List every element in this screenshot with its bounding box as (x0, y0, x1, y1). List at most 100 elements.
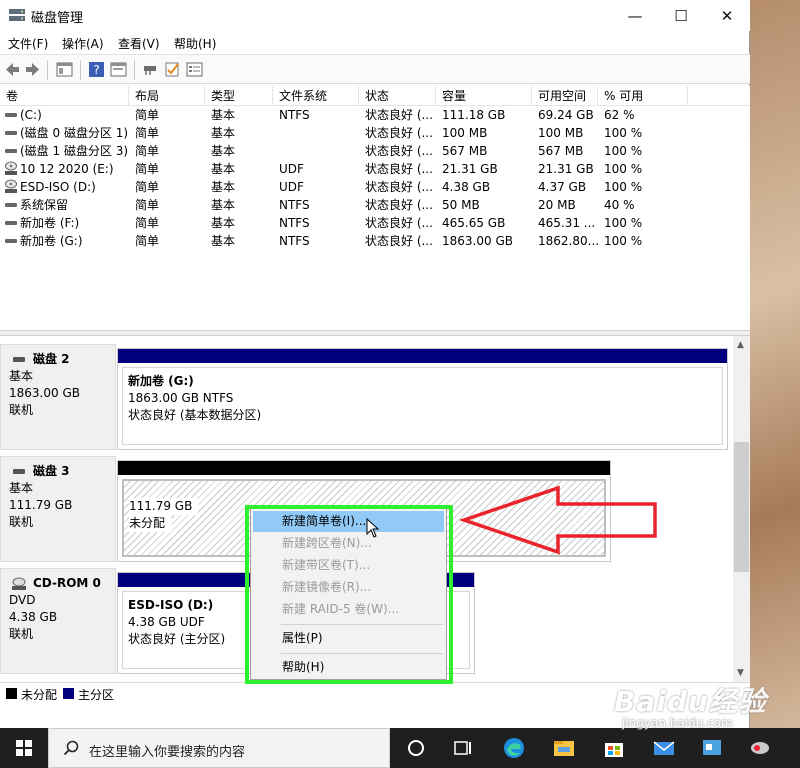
watermark-logo: Baidu经验 (614, 685, 767, 718)
disk-2-title: 磁盘 2 (33, 352, 70, 366)
file-explorer-icon[interactable] (552, 736, 576, 760)
properties-icon[interactable] (110, 61, 127, 78)
menu-file[interactable]: 文件(F) (8, 35, 48, 52)
console-tree-icon[interactable] (56, 61, 73, 78)
column-header-layout[interactable]: 布局 (129, 86, 205, 106)
cell-type: 基本 (211, 216, 236, 230)
network-icon[interactable] (748, 736, 772, 760)
table-row[interactable]: (C:) 简单 基本 NTFS 状态良好 (... 111.18 GB 69.24 GB 62… (0, 106, 750, 124)
back-icon[interactable] (4, 61, 21, 78)
drive-icon (5, 203, 17, 207)
edge-icon[interactable] (502, 736, 526, 760)
control-panel-icon[interactable] (700, 736, 724, 760)
highlight-annotation-box (245, 505, 453, 684)
cell-free: 465.31 ... (538, 216, 596, 230)
desktop-background (750, 0, 800, 728)
vertical-scrollbar[interactable]: ▲ ▼ (733, 336, 750, 682)
cell-vol: (磁盘 1 磁盘分区 3) (20, 144, 128, 158)
table-row[interactable]: 新加卷 (F:) 简单 基本 NTFS 状态良好 (... 465.65 GB 465.31… (0, 214, 750, 232)
partition-g-title: 新加卷 (G:) (128, 374, 194, 388)
disk-2-label[interactable]: 磁盘 2 基本 1863.00 GB 联机 (0, 344, 116, 450)
column-header-filesystem[interactable]: 文件系统 (273, 86, 359, 106)
cdrom-0-label[interactable]: CD-ROM 0 DVD 4.38 GB 联机 (0, 568, 116, 674)
check-icon[interactable] (164, 61, 181, 78)
cell-fs: NTFS (279, 216, 310, 230)
disk-management-icon (9, 9, 25, 21)
task-view-icon[interactable] (451, 736, 475, 760)
table-row[interactable]: ESD-ISO (D:) 简单 基本 UDF 状态良好 (... 4.38 GB 4.37 … (0, 178, 750, 196)
cell-pct: 100 % (604, 180, 643, 194)
minimize-button[interactable]: — (612, 0, 658, 31)
column-header-volume[interactable]: 卷 (0, 86, 129, 106)
disk-3-size: 111.79 GB (9, 498, 73, 512)
cdrom-0-state: 联机 (9, 627, 34, 641)
windows-start-icon[interactable] (0, 728, 48, 768)
menu-action[interactable]: 操作(A) (62, 35, 104, 52)
column-header-status[interactable]: 状态 (359, 86, 436, 106)
forward-icon[interactable] (24, 61, 41, 78)
maximize-button[interactable]: ☐ (658, 0, 704, 31)
cell-status: 状态良好 (... (365, 198, 433, 212)
svg-text:?: ? (93, 63, 99, 77)
table-row[interactable]: (磁盘 0 磁盘分区 1) 简单 基本 状态良好 (... 100 MB 100 MB 10… (0, 124, 750, 142)
close-button[interactable]: ✕ (704, 0, 750, 31)
table-row[interactable]: 新加卷 (G:) 简单 基本 NTFS 状态良好 (... 1863.00 GB 1862.… (0, 232, 750, 250)
menu-view[interactable]: 查看(V) (118, 35, 160, 52)
disk-3-state: 联机 (9, 515, 34, 529)
search-placeholder: 在这里输入你要搜索的内容 (89, 745, 246, 760)
cell-type: 基本 (211, 180, 236, 194)
cell-layout: 简单 (135, 144, 160, 158)
disk-3-label[interactable]: 磁盘 3 基本 111.79 GB 联机 (0, 456, 116, 562)
scrollbar-thumb[interactable] (734, 442, 749, 572)
column-header-percent-free[interactable]: % 可用 (598, 86, 688, 106)
disk-2-size: 1863.00 GB (9, 386, 80, 400)
cell-capacity: 1863.00 GB (442, 234, 513, 248)
menu-help[interactable]: 帮助(H) (174, 35, 216, 52)
column-header-free-space[interactable]: 可用空间 (532, 86, 598, 106)
column-header-type[interactable]: 类型 (205, 86, 273, 106)
cell-capacity: 100 MB (442, 126, 488, 140)
cell-capacity: 465.65 GB (442, 216, 506, 230)
table-row[interactable]: (磁盘 1 磁盘分区 3) 简单 基本 状态良好 (... 567 MB 567 MB 10… (0, 142, 750, 160)
cd-icon (5, 161, 17, 175)
partition-g[interactable]: 新加卷 (G:) 1863.00 GB NTFS 状态良好 (基本数据分区) (117, 348, 728, 450)
cell-vol: ESD-ISO (D:) (20, 180, 96, 194)
cell-vol: 系统保留 (20, 198, 69, 212)
partition-g-status: 状态良好 (基本数据分区) (128, 408, 262, 422)
disk-icon (13, 469, 25, 474)
cell-free: 4.37 GB (538, 180, 587, 194)
cdrom-0-kind: DVD (9, 593, 36, 607)
title-bar: 磁盘管理 — ☐ ✕ (0, 0, 750, 31)
cell-type: 基本 (211, 108, 236, 122)
column-header-capacity[interactable]: 容量 (436, 86, 532, 106)
cell-pct: 100 % (604, 216, 643, 230)
scroll-up-icon[interactable]: ▲ (737, 340, 744, 350)
cell-free: 20 MB (538, 198, 576, 212)
cell-layout: 简单 (135, 234, 160, 248)
mail-icon[interactable] (652, 736, 676, 760)
cell-status: 状态良好 (... (365, 126, 433, 140)
table-row[interactable]: 10 12 2020 (E:) 简单 基本 UDF 状态良好 (... 21.31 GB 2… (0, 160, 750, 178)
disk-icon (13, 357, 25, 362)
cell-layout: 简单 (135, 162, 160, 176)
table-row[interactable]: 系统保留 简单 基本 NTFS 状态良好 (... 50 MB 20 MB 40 % (0, 196, 750, 214)
cell-capacity: 21.31 GB (442, 162, 498, 176)
cell-pct: 100 % (604, 162, 643, 176)
cd-icon (5, 179, 17, 193)
cell-type: 基本 (211, 234, 236, 248)
cell-free: 21.31 GB (538, 162, 594, 176)
cell-fs: NTFS (279, 108, 310, 122)
drive-icon (5, 113, 17, 117)
connect-drive-icon[interactable] (142, 61, 159, 78)
settings-list-icon[interactable] (186, 61, 203, 78)
help-icon[interactable]: ? (88, 61, 105, 78)
store-icon[interactable] (602, 736, 626, 760)
cell-layout: 简单 (135, 180, 160, 194)
taskbar-search-box[interactable]: 在这里输入你要搜索的内容 (48, 728, 390, 768)
disk-2-state: 联机 (9, 403, 34, 417)
cell-layout: 简单 (135, 198, 160, 212)
cell-capacity: 567 MB (442, 144, 488, 158)
cortana-icon[interactable] (404, 736, 428, 760)
mouse-cursor-icon (366, 518, 380, 538)
cell-pct: 100 % (604, 144, 643, 158)
